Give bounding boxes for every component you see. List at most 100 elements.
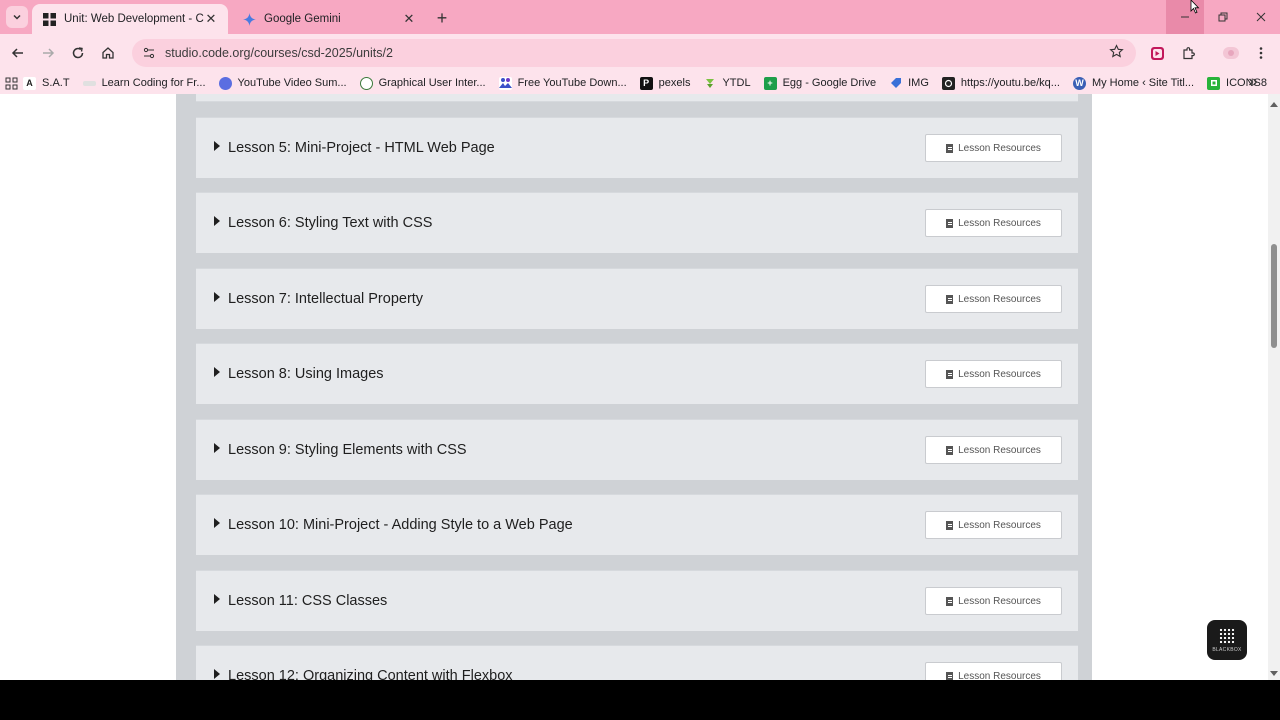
coding-icon (82, 80, 96, 86)
extension-red-icon (1150, 46, 1164, 60)
restore-button[interactable] (1204, 0, 1242, 34)
previous-lesson-row-edge (196, 94, 1078, 102)
lesson-title[interactable]: Lesson 6: Styling Text with CSS (228, 215, 432, 231)
bookmark-label: YTDL (722, 77, 751, 89)
lesson-row-12[interactable]: Lesson 12: Organizing Content with Flexb… (196, 645, 1078, 680)
expand-caret-icon[interactable] (214, 594, 220, 604)
lesson-title[interactable]: Lesson 7: Intellectual Property (228, 291, 423, 307)
bookmark-free-youtube-download[interactable]: Free YouTube Down... (498, 76, 627, 90)
bookmark-label: pexels (658, 77, 691, 89)
new-tab-button[interactable]: + (432, 8, 452, 28)
bookmark-star-icon[interactable] (1109, 44, 1124, 59)
bookmark-ytdl[interactable]: YTDL (703, 77, 751, 90)
puzzle-icon (1182, 46, 1195, 59)
lesson-row-9[interactable]: Lesson 9: Styling Elements with CSS Less… (196, 419, 1078, 480)
bookmark-label: YouTube Video Sum... (237, 77, 347, 89)
tab-strip: Unit: Web Development - Code ✕ Google Ge… (0, 0, 1280, 34)
expand-caret-icon[interactable] (214, 216, 220, 226)
close-tab-icon[interactable]: ✕ (204, 11, 218, 26)
home-button[interactable] (97, 42, 119, 64)
back-button[interactable] (7, 42, 29, 64)
document-icon (946, 218, 954, 228)
reload-icon (72, 47, 84, 59)
expand-caret-icon[interactable] (214, 443, 220, 453)
lesson-title[interactable]: Lesson 11: CSS Classes (228, 593, 387, 609)
scroll-down-arrow-icon[interactable] (1270, 671, 1278, 676)
expand-caret-icon[interactable] (214, 141, 220, 151)
apps-grid-icon (5, 77, 18, 89)
sheets-icon: + (763, 76, 777, 90)
browser-toolbar: studio.code.org/courses/csd-2025/units/2 (0, 34, 1280, 72)
extension-button[interactable] (1146, 42, 1168, 64)
expand-caret-icon[interactable] (214, 518, 220, 528)
gui-icon (359, 76, 373, 90)
tab-search-button[interactable] (6, 6, 28, 28)
url-text: studio.code.org/courses/csd-2025/units/2 (165, 46, 393, 60)
reload-button[interactable] (67, 42, 89, 64)
bookmark-youtu-link[interactable]: https://youtu.be/kq... (941, 76, 1060, 90)
tab-title: Google Gemini (264, 13, 341, 25)
extensions-menu-button[interactable] (1177, 42, 1199, 64)
bookmark-my-home[interactable]: W My Home ‹ Site Titl... (1072, 76, 1194, 90)
bookmark-egg-drive[interactable]: + Egg - Google Drive (763, 76, 876, 90)
close-tab-icon[interactable]: ✕ (402, 11, 416, 26)
bookmark-label: ICONS8 (1226, 77, 1267, 89)
scroll-up-arrow-icon[interactable] (1270, 102, 1278, 107)
tab-google-gemini[interactable]: Google Gemini ✕ (232, 4, 426, 34)
bookmark-pexels[interactable]: P pexels (639, 76, 691, 90)
close-icon (1256, 12, 1266, 22)
forward-button[interactable] (37, 42, 59, 64)
lesson-row-5[interactable]: Lesson 5: Mini-Project - HTML Web Page L… (196, 117, 1078, 178)
lesson-resources-button[interactable]: Lesson Resources (925, 134, 1062, 162)
blackbox-label: BLACKBOX (1212, 646, 1242, 653)
lesson-title[interactable]: Lesson 9: Styling Elements with CSS (228, 442, 467, 458)
lesson-row-11[interactable]: Lesson 11: CSS Classes Lesson Resources (196, 570, 1078, 631)
lesson-resources-button[interactable]: Lesson Resources (925, 436, 1062, 464)
lesson-title[interactable]: Lesson 8: Using Images (228, 366, 384, 382)
bookmark-label: S.A.T (42, 77, 70, 89)
lesson-title[interactable]: Lesson 12: Organizing Content with Flexb… (228, 668, 513, 680)
document-icon (946, 671, 954, 680)
bookmark-label: Free YouTube Down... (517, 77, 627, 89)
document-icon (946, 143, 954, 153)
lesson-row-6[interactable]: Lesson 6: Styling Text with CSS Lesson R… (196, 192, 1078, 253)
screen-bottom-bar (0, 680, 1280, 720)
apps-button[interactable] (0, 77, 23, 90)
scrollbar-thumb[interactable] (1271, 244, 1277, 348)
tab-web-development[interactable]: Unit: Web Development - Code ✕ (32, 4, 228, 34)
bookmark-learn-coding[interactable]: Learn Coding for Fr... (82, 77, 206, 89)
lesson-resources-button[interactable]: Lesson Resources (925, 511, 1062, 539)
profile-button[interactable] (1220, 42, 1242, 64)
bookmark-icons8[interactable]: ICONS8 (1207, 76, 1267, 90)
lesson-row-10[interactable]: Lesson 10: Mini-Project - Adding Style t… (196, 494, 1078, 555)
mouse-cursor-icon (1190, 0, 1200, 14)
tag-icon (889, 77, 902, 90)
bookmark-label: Graphical User Inter... (378, 77, 486, 89)
lesson-row-8[interactable]: Lesson 8: Using Images Lesson Resources (196, 343, 1078, 404)
browser-menu-button[interactable] (1250, 42, 1272, 64)
expand-caret-icon[interactable] (214, 367, 220, 377)
expand-caret-icon[interactable] (214, 292, 220, 302)
blackbox-ai-button[interactable]: BLACKBOX (1207, 620, 1247, 660)
address-bar[interactable]: studio.code.org/courses/csd-2025/units/2 (132, 39, 1136, 67)
lesson-row-7[interactable]: Lesson 7: Intellectual Property Lesson R… (196, 268, 1078, 329)
bookmark-gui[interactable]: Graphical User Inter... (359, 76, 486, 90)
bookmark-sat[interactable]: A S.A.T (23, 76, 70, 90)
expand-caret-icon[interactable] (214, 669, 220, 679)
minimize-icon (1181, 16, 1189, 18)
lesson-resources-button[interactable]: Lesson Resources (925, 209, 1062, 237)
lesson-resources-button[interactable]: Lesson Resources (925, 285, 1062, 313)
close-window-button[interactable] (1242, 0, 1280, 34)
lesson-title[interactable]: Lesson 5: Mini-Project - HTML Web Page (228, 140, 495, 156)
people-icon (498, 76, 512, 90)
bookmark-img[interactable]: IMG (889, 77, 929, 90)
lesson-resources-button[interactable]: Lesson Resources (925, 587, 1062, 615)
bookmark-youtube-summary[interactable]: YouTube Video Sum... (218, 76, 347, 90)
lesson-title[interactable]: Lesson 10: Mini-Project - Adding Style t… (228, 517, 573, 533)
page-scrollbar[interactable] (1268, 94, 1280, 680)
lesson-resources-label: Lesson Resources (958, 368, 1041, 380)
lesson-resources-button[interactable]: Lesson Resources (925, 662, 1062, 680)
lesson-resources-button[interactable]: Lesson Resources (925, 360, 1062, 388)
site-info-icon[interactable] (142, 46, 156, 60)
more-bookmarks-button[interactable] (1248, 75, 1258, 90)
